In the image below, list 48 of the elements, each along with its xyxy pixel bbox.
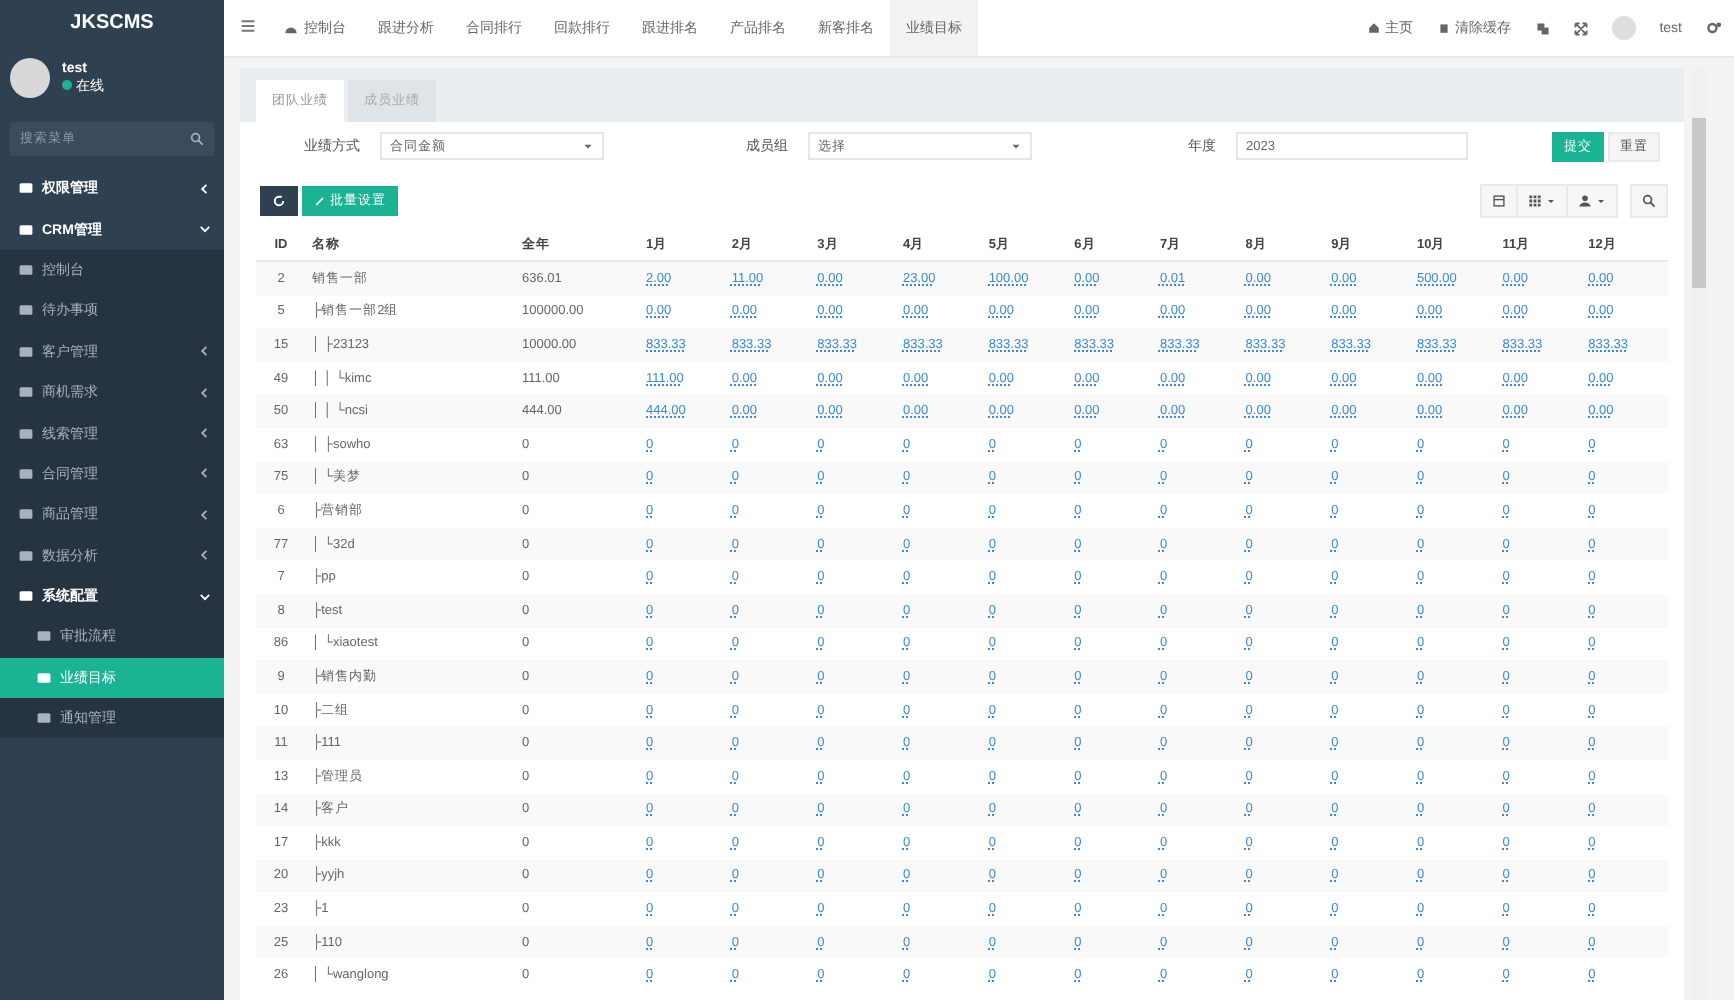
home-icon [1367,22,1380,34]
fullscreen-icon [1573,21,1588,35]
toggle-view-button[interactable] [1480,183,1516,217]
chevron-left-icon [198,507,212,522]
menu-item-icon [36,669,52,686]
trash-icon [1437,22,1450,34]
menu-icon [240,18,256,34]
caret-icon [1596,195,1606,205]
menu-item-icon [18,547,34,564]
menu-item-icon [18,343,34,360]
menu-item-icon [36,628,52,645]
grid-icon [1528,193,1542,207]
export-button[interactable] [1566,183,1618,217]
search-button[interactable] [1630,183,1668,217]
chevron-left-icon [198,466,212,481]
menu-item-icon [18,180,34,197]
online-dot [62,80,72,90]
menu-item-icon [18,302,34,319]
chevron-down-icon [198,222,212,237]
chevron-left-icon [198,344,212,359]
menu-item-icon [18,221,34,238]
chevron-left-icon [198,426,212,441]
menu-item-icon [18,506,34,523]
avatar [10,58,50,98]
menu-item-icon [18,384,34,401]
caret-icon [1546,195,1556,205]
scrollbar[interactable] [1692,68,1706,1000]
refresh-button[interactable] [260,185,298,215]
search-icon [1642,193,1656,207]
chevron-down-icon [198,589,212,604]
pencil-icon [314,194,326,206]
settings-icon [1706,20,1722,36]
chevron-left-icon [198,385,212,400]
search-icon [190,132,204,146]
caret-icon [582,140,594,152]
menu-item-icon [18,465,34,482]
refresh-icon [272,193,286,207]
chevron-left-icon [198,548,212,563]
chevron-left-icon [198,181,212,196]
person-icon [1578,193,1592,207]
menu-item-icon [18,261,34,278]
columns-button[interactable] [1516,183,1566,217]
table-icon [1492,193,1506,207]
menu-item-icon [36,710,52,727]
menu-item-icon [18,425,34,442]
caret-icon [1010,140,1022,152]
menu-item-icon [18,588,34,605]
app-logo: JKSCMS [68,9,156,37]
